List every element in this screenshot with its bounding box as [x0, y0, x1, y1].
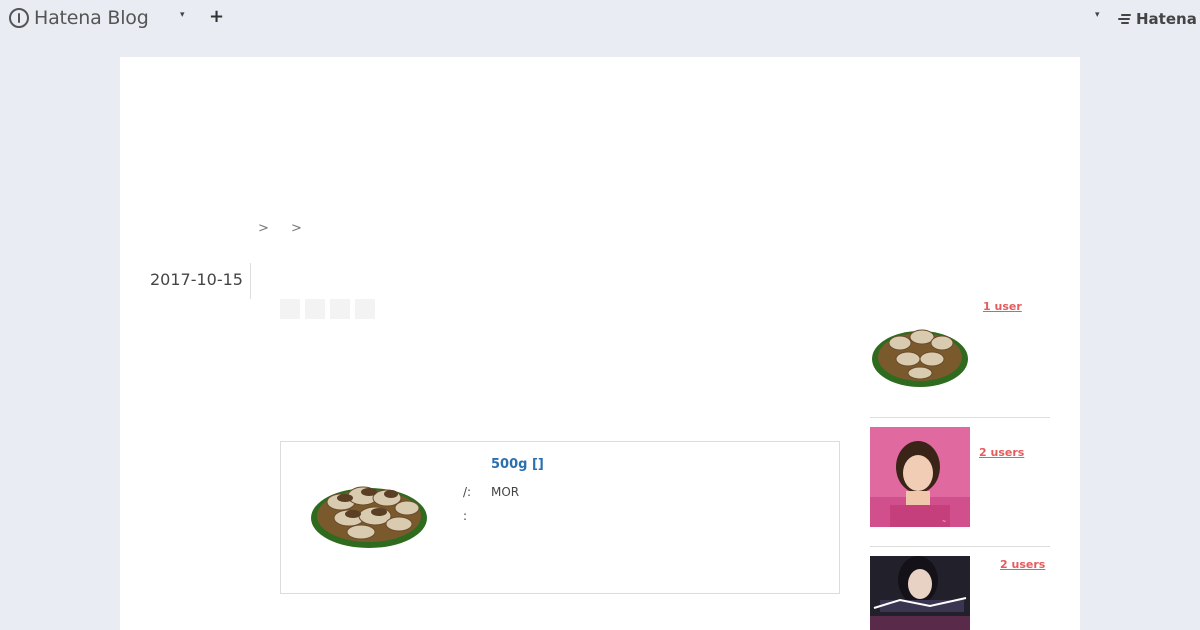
share-button[interactable] [305, 299, 325, 319]
add-entry-button[interactable]: + [209, 7, 224, 27]
product-label: : [463, 509, 468, 523]
svg-text:~: ~ [942, 519, 946, 525]
date-divider [250, 263, 251, 299]
global-header: Hatena Blog ▾ + ▾ Hatena [0, 0, 1200, 38]
logo-text: Hatena Blog [34, 7, 149, 29]
sidebar-divider [870, 417, 1050, 418]
related-entry[interactable]: ~ 2 users [870, 427, 1050, 527]
hatena-brand-link[interactable]: Hatena [1118, 10, 1197, 28]
hatena-brand-text: Hatena [1136, 10, 1197, 28]
bookmark-users-link[interactable]: 2 users [1000, 558, 1045, 571]
product-box: 500g [] /: MOR : [280, 441, 840, 594]
hatena-blog-logo[interactable]: Hatena Blog [9, 6, 149, 30]
share-button[interactable] [280, 299, 300, 319]
product-value: MOR [491, 485, 520, 499]
bookmark-users-link[interactable]: 1 user [983, 300, 1022, 313]
related-entry-thumbnail[interactable] [870, 299, 970, 399]
related-entry-thumbnail[interactable]: ~ [870, 427, 970, 527]
related-entry[interactable]: 2 users [870, 556, 1050, 630]
share-buttons [280, 299, 375, 319]
hatena-mark-icon [1118, 14, 1132, 24]
related-entry-thumbnail[interactable] [870, 556, 970, 630]
product-label: /: [463, 485, 472, 499]
product-title-link[interactable]: 500g [] [491, 457, 544, 472]
hatena-logo-icon [9, 8, 29, 28]
breadcrumb-separator: > [291, 221, 302, 236]
product-image[interactable] [289, 452, 449, 560]
sidebar-divider [870, 546, 1050, 547]
share-button[interactable] [355, 299, 375, 319]
related-entry[interactable]: 1 user [870, 299, 1050, 399]
bookmark-users-link[interactable]: 2 users [979, 446, 1024, 459]
breadcrumb-separator: > [258, 221, 269, 236]
share-button[interactable] [330, 299, 350, 319]
content-card: > > 2017-10-15 500g [] /: MOR: 1 user ~… [120, 57, 1080, 630]
breadcrumb: > > [258, 221, 320, 236]
blog-menu-dropdown-icon[interactable]: ▾ [180, 10, 185, 20]
user-menu-dropdown-icon[interactable]: ▾ [1095, 10, 1100, 20]
entry-date[interactable]: 2017-10-15 [150, 270, 243, 289]
